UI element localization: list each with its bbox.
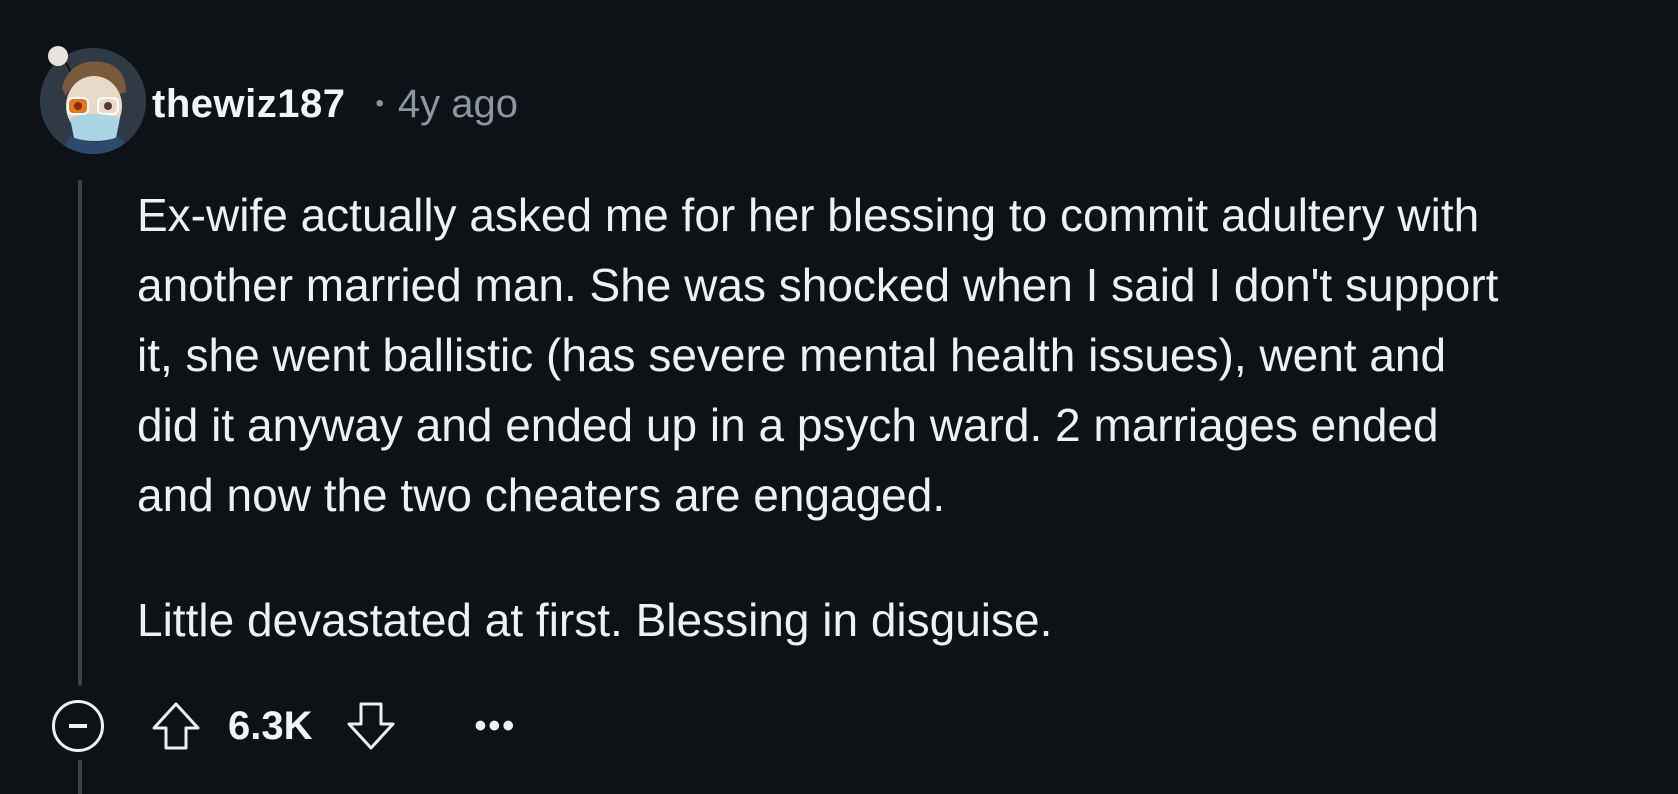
comment-paragraph-2: Little devastated at first. Blessing in …: [137, 594, 1053, 646]
thread-line[interactable]: [78, 180, 82, 686]
comment-actions: 6.3K •••: [52, 698, 516, 754]
downvote-arrow-icon[interactable]: [343, 698, 399, 754]
comment-header: thewiz187 • 4y ago: [152, 76, 518, 132]
thread-line-continuation: [78, 760, 82, 794]
more-options-icon[interactable]: •••: [475, 707, 517, 746]
upvote-arrow-icon[interactable]: [148, 698, 204, 754]
username-link[interactable]: thewiz187: [152, 82, 345, 127]
collapse-minus-icon[interactable]: [52, 700, 104, 752]
avatar-antenna-icon: [48, 46, 68, 66]
comment-paragraph-1: Ex-wife actually asked me for her blessi…: [137, 189, 1499, 521]
comment-timestamp: 4y ago: [397, 81, 518, 126]
comment-body: Ex-wife actually asked me for her blessi…: [137, 180, 1657, 655]
vote-score: 6.3K: [228, 703, 313, 748]
header-separator: •: [375, 90, 384, 117]
